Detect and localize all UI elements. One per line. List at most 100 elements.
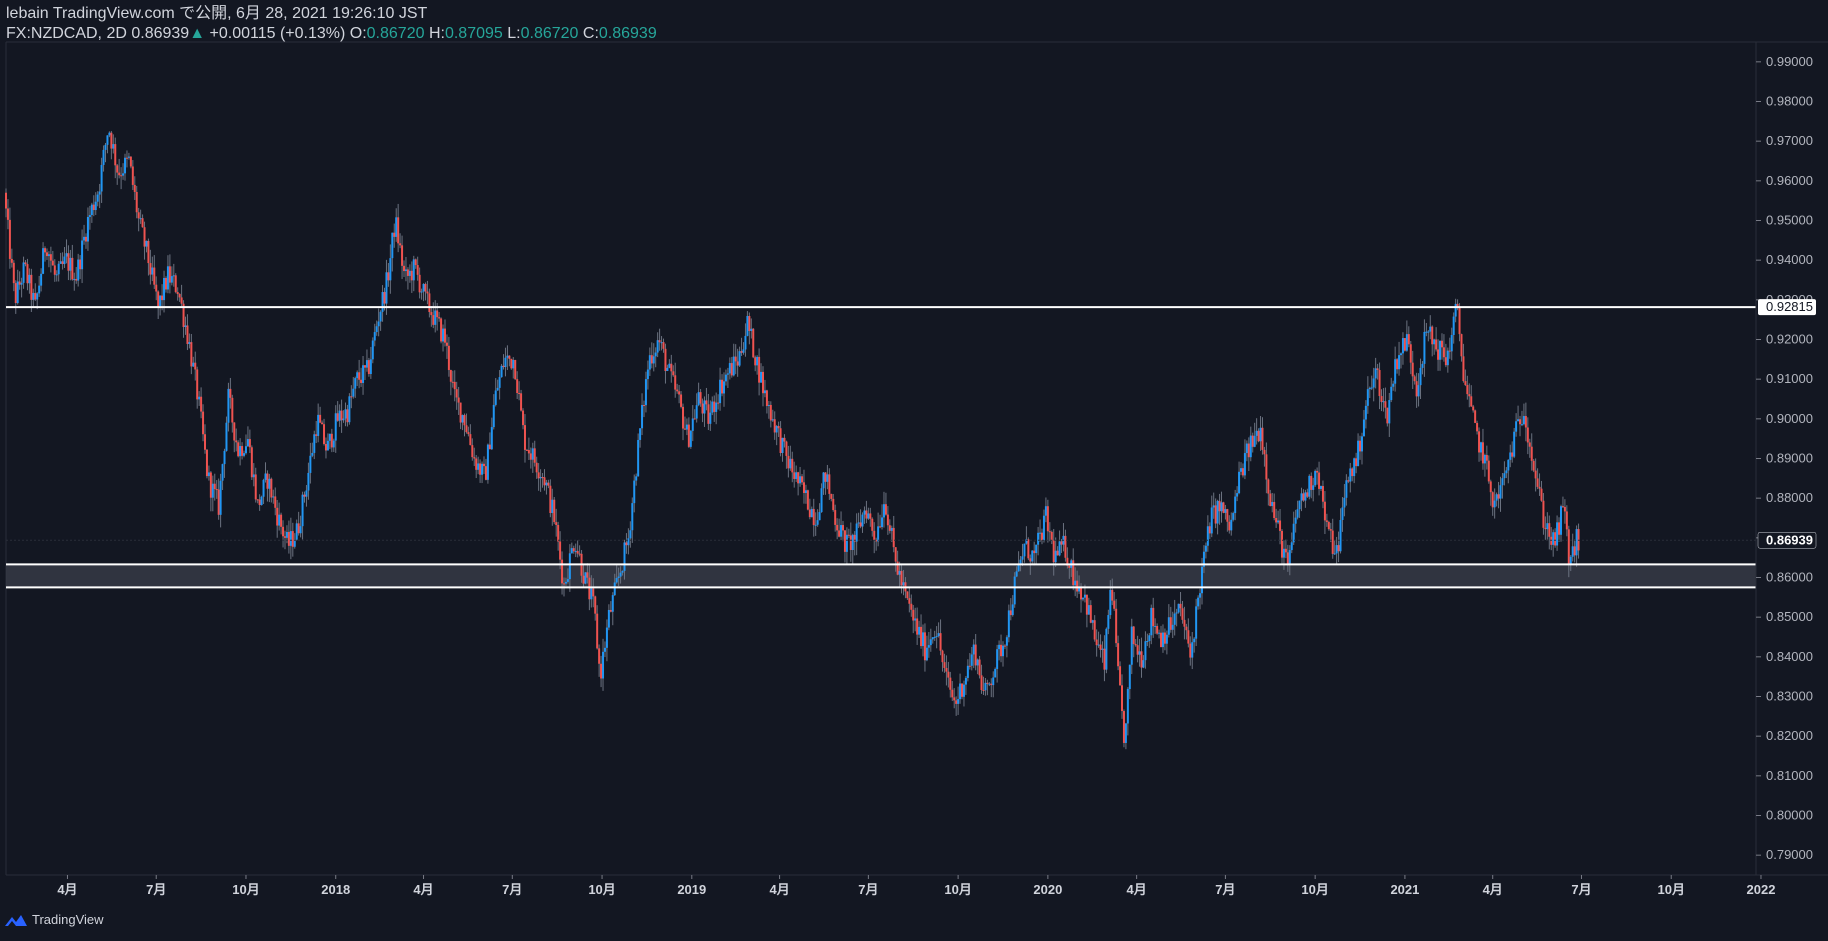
candle-body <box>834 510 837 525</box>
grid <box>5 41 1828 875</box>
candle-body <box>923 632 926 661</box>
candle-body <box>496 387 499 391</box>
candle-body <box>929 639 932 646</box>
candle-body <box>1214 505 1217 524</box>
candle-body <box>1505 470 1508 474</box>
candle-body <box>233 422 236 441</box>
candle-body <box>1154 626 1157 628</box>
candle-body <box>1029 558 1032 562</box>
candle-body <box>559 541 562 560</box>
candle-body <box>955 700 958 704</box>
candle-body <box>898 570 901 575</box>
candle-body <box>980 675 983 690</box>
time-axis[interactable]: 4月 7月 10月 2018 4月 7月 10月 2019 4月 7月 10月 2020 4月 7月 10月… <box>57 875 1775 897</box>
candle-body <box>1499 485 1502 499</box>
candle-body <box>1536 478 1539 487</box>
candle-body <box>442 328 445 342</box>
candle-body <box>1515 421 1518 432</box>
candle-body <box>1462 356 1465 382</box>
candle-body <box>163 277 166 301</box>
candle-body <box>810 508 813 518</box>
candle-body <box>231 397 234 423</box>
candle-body <box>514 359 517 380</box>
candle-body <box>1000 644 1003 657</box>
candle-body <box>356 372 359 379</box>
candle-body <box>479 463 482 475</box>
candle-body <box>777 426 780 429</box>
candle-body <box>644 379 647 406</box>
candle-body <box>1001 645 1004 657</box>
candle-body <box>207 472 210 477</box>
candle-body <box>865 510 868 519</box>
footer: TradingView <box>4 912 104 927</box>
candle-body <box>992 677 995 686</box>
candle-body <box>1503 473 1506 479</box>
candle-body <box>1128 664 1131 690</box>
candle-body <box>1366 389 1369 406</box>
candle-body <box>1409 344 1412 363</box>
candle-body <box>88 215 91 218</box>
candle-body <box>902 582 905 586</box>
candle-body <box>1095 639 1098 646</box>
candle-body <box>139 218 142 220</box>
y-tick-label: 0.83000 <box>1766 689 1813 704</box>
candle-body <box>650 355 653 364</box>
candle-body <box>1563 506 1566 512</box>
y-tick-label: 0.97000 <box>1766 133 1813 148</box>
candle-body <box>1384 401 1387 408</box>
candle-body <box>843 530 846 552</box>
candle-body <box>637 439 640 477</box>
candle-body <box>1263 449 1266 455</box>
candle-body <box>1181 608 1184 620</box>
candle-body <box>1476 422 1479 432</box>
horizontal-levels[interactable] <box>6 306 1756 589</box>
candle-body <box>734 356 737 362</box>
candle-body <box>830 493 833 499</box>
candle-body <box>291 531 294 547</box>
candle-body <box>1138 651 1141 655</box>
candle-body <box>717 402 720 404</box>
candle-body <box>311 452 314 456</box>
candle-body <box>693 418 696 420</box>
candle-body <box>1347 480 1350 482</box>
candle-body <box>1321 486 1324 502</box>
candle-body <box>703 400 706 414</box>
candle-body <box>260 496 263 506</box>
candle-body <box>57 263 60 275</box>
candle-body <box>890 527 893 531</box>
candle-body <box>1054 550 1057 563</box>
candle-body <box>28 274 31 284</box>
candle-body <box>789 458 792 469</box>
candle-body <box>797 472 800 484</box>
price-chart[interactable]: 0.99000 0.98000 0.97000 0.96000 0.95000 0.940… <box>0 0 1828 941</box>
candle-body <box>783 437 786 442</box>
support-zone <box>6 564 1756 588</box>
candle-body <box>1440 340 1443 348</box>
candle-body <box>38 285 41 294</box>
candle-body <box>1076 580 1079 592</box>
candle-body <box>1310 475 1313 490</box>
candle-body <box>1544 527 1547 530</box>
candle-body <box>350 396 353 398</box>
candle-body <box>1240 468 1243 472</box>
candle-body <box>719 379 722 404</box>
candle-body <box>816 520 819 525</box>
candle-body <box>369 359 372 375</box>
candle-body <box>947 671 950 678</box>
y-tick-label: 0.92000 <box>1766 332 1813 347</box>
candle-body <box>849 535 852 551</box>
price-axis[interactable]: 0.99000 0.98000 0.97000 0.96000 0.95000 0.940… <box>1756 54 1813 862</box>
candle-body <box>114 144 117 166</box>
y-tick-label: 0.89000 <box>1766 451 1813 466</box>
candle-body <box>1546 523 1549 530</box>
candle-body <box>362 365 365 383</box>
candle-body <box>1031 550 1034 562</box>
candle-body <box>1405 334 1408 351</box>
candle-body <box>1132 626 1135 645</box>
candle-body <box>1136 645 1139 655</box>
candle-body <box>535 462 538 473</box>
candle-body <box>262 479 265 497</box>
candle-body <box>1058 541 1061 556</box>
candle-body <box>116 165 119 173</box>
candle-body <box>1577 529 1580 551</box>
